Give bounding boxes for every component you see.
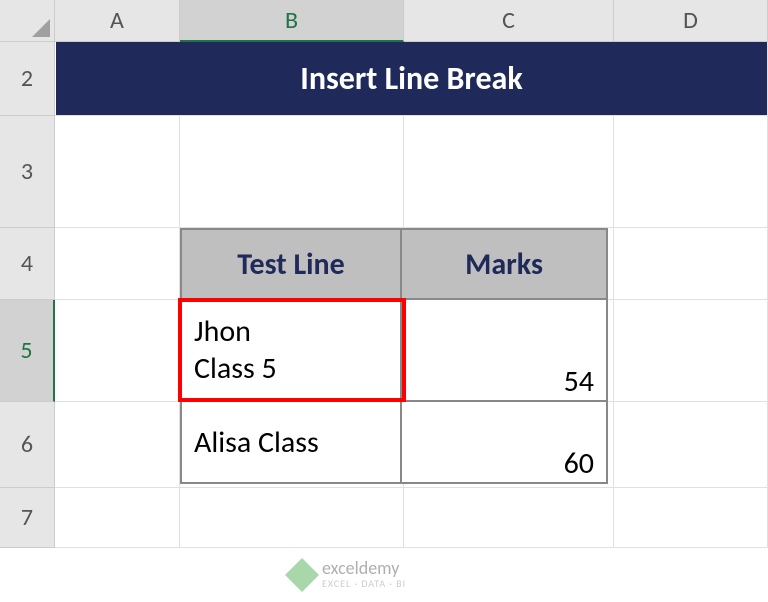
cell-A4[interactable] <box>55 228 180 300</box>
cell-D4[interactable] <box>614 228 768 300</box>
header-test-line[interactable]: Test Line <box>181 229 401 299</box>
row-3: 3 <box>0 116 768 228</box>
title-merged-cell[interactable]: Insert Line Break <box>56 42 767 115</box>
cell-A3[interactable] <box>55 116 180 228</box>
data-table: Test Line Marks Jhon Class 5 54 Alisa Cl… <box>180 228 608 484</box>
row-header-5[interactable]: 5 <box>0 300 55 402</box>
watermark-name: exceldemy <box>322 559 406 577</box>
watermark: exceldemy EXCEL · DATA · BI <box>290 559 406 590</box>
header-marks[interactable]: Marks <box>401 229 607 299</box>
col-header-D[interactable]: D <box>614 0 768 42</box>
cell-D6[interactable] <box>614 402 768 488</box>
row-header-3[interactable]: 3 <box>0 116 55 228</box>
watermark-tagline: EXCEL · DATA · BI <box>322 577 406 590</box>
cell-marks-1[interactable]: 54 <box>401 299 607 401</box>
watermark-text: exceldemy EXCEL · DATA · BI <box>322 559 406 590</box>
row-header-7[interactable]: 7 <box>0 488 55 548</box>
row-header-6[interactable]: 6 <box>0 402 55 488</box>
col-header-C[interactable]: C <box>404 0 614 42</box>
cell-A7[interactable] <box>55 488 180 548</box>
cell-B3[interactable] <box>180 116 404 228</box>
cell-D5[interactable] <box>614 300 768 402</box>
cell-testline-1[interactable]: Jhon Class 5 <box>181 299 401 401</box>
column-headers: A B C D <box>0 0 768 42</box>
row-header-4[interactable]: 4 <box>0 228 55 300</box>
table-header-row: Test Line Marks <box>181 229 607 299</box>
cell-D3[interactable] <box>614 116 768 228</box>
row-7: 7 <box>0 488 768 548</box>
col-header-B[interactable]: B <box>180 0 404 42</box>
row-header-2[interactable]: 2 <box>0 42 55 116</box>
watermark-logo-icon <box>285 558 319 592</box>
cell-marks-2[interactable]: 60 <box>401 401 607 483</box>
table-row: Jhon Class 5 54 <box>181 299 607 401</box>
cell-D7[interactable] <box>614 488 768 548</box>
col-header-A[interactable]: A <box>55 0 180 42</box>
cell-testline-2[interactable]: Alisa Class <box>181 401 401 483</box>
cell-A6[interactable] <box>55 402 180 488</box>
select-all-corner[interactable] <box>0 0 55 42</box>
cell-C3[interactable] <box>404 116 614 228</box>
table-row: Alisa Class 60 <box>181 401 607 483</box>
cell-C7[interactable] <box>404 488 614 548</box>
cell-A5[interactable] <box>55 300 180 402</box>
cell-B7[interactable] <box>180 488 404 548</box>
